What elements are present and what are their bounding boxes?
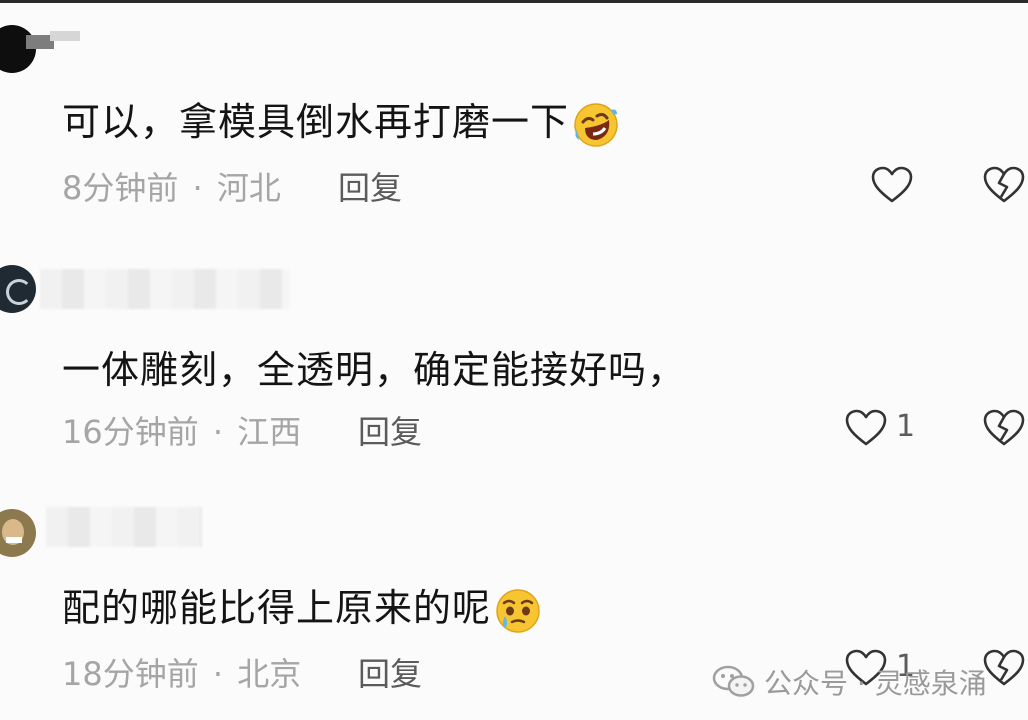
- comment-time: 18分钟前: [62, 655, 199, 693]
- comment-text: 可以，拿模具倒水再打磨一下: [62, 91, 621, 150]
- username-redacted: [26, 31, 80, 51]
- comment-time: 8分钟前: [62, 169, 179, 207]
- comment-location: 北京: [237, 655, 302, 693]
- pleading-tear-emoji: [496, 588, 540, 633]
- meta-separator: ·: [212, 655, 224, 693]
- avatar[interactable]: [0, 509, 36, 557]
- meta-separator: ·: [212, 413, 224, 451]
- meta-separator: ·: [192, 169, 203, 207]
- comment-text: 配的哪能比得上原来的呢: [62, 577, 543, 636]
- reply-button[interactable]: 回复: [358, 407, 422, 453]
- comment-meta: 8分钟前 · 河北: [62, 163, 281, 209]
- username-redacted: [40, 269, 290, 309]
- rolling-on-floor-laughing-emoji: [574, 102, 618, 147]
- reply-button[interactable]: 回复: [338, 163, 402, 209]
- wechat-icon: [712, 665, 755, 697]
- broken-heart-icon[interactable]: [982, 165, 1026, 205]
- watermark-text: 公众号 · 灵感泉涌: [764, 667, 987, 700]
- broken-heart-icon[interactable]: [982, 648, 1026, 688]
- comment-text: 一体雕刻，全透明，确定能接好吗，: [62, 348, 687, 392]
- reply-button[interactable]: 回复: [358, 649, 422, 695]
- like-count: 1: [896, 409, 916, 444]
- comment-location: 江西: [237, 413, 302, 451]
- heart-icon[interactable]: [844, 408, 888, 448]
- comment-time: 16分钟前: [62, 413, 199, 451]
- watermark: 公众号 · 灵感泉涌: [712, 657, 987, 707]
- username-redacted: [46, 507, 202, 547]
- broken-heart-icon[interactable]: [982, 408, 1026, 448]
- comment-meta: 16分钟前 · 江西: [62, 407, 301, 453]
- comment-location: 河北: [216, 169, 281, 207]
- avatar[interactable]: [0, 265, 36, 313]
- comment-thread: 可以，拿模具倒水再打磨一下 8分钟前 · 河北 回复 一体雕刻，全透明，确定能接…: [0, 0, 1028, 720]
- heart-icon[interactable]: [870, 165, 914, 205]
- comment-meta: 18分钟前 · 北京: [62, 649, 301, 695]
